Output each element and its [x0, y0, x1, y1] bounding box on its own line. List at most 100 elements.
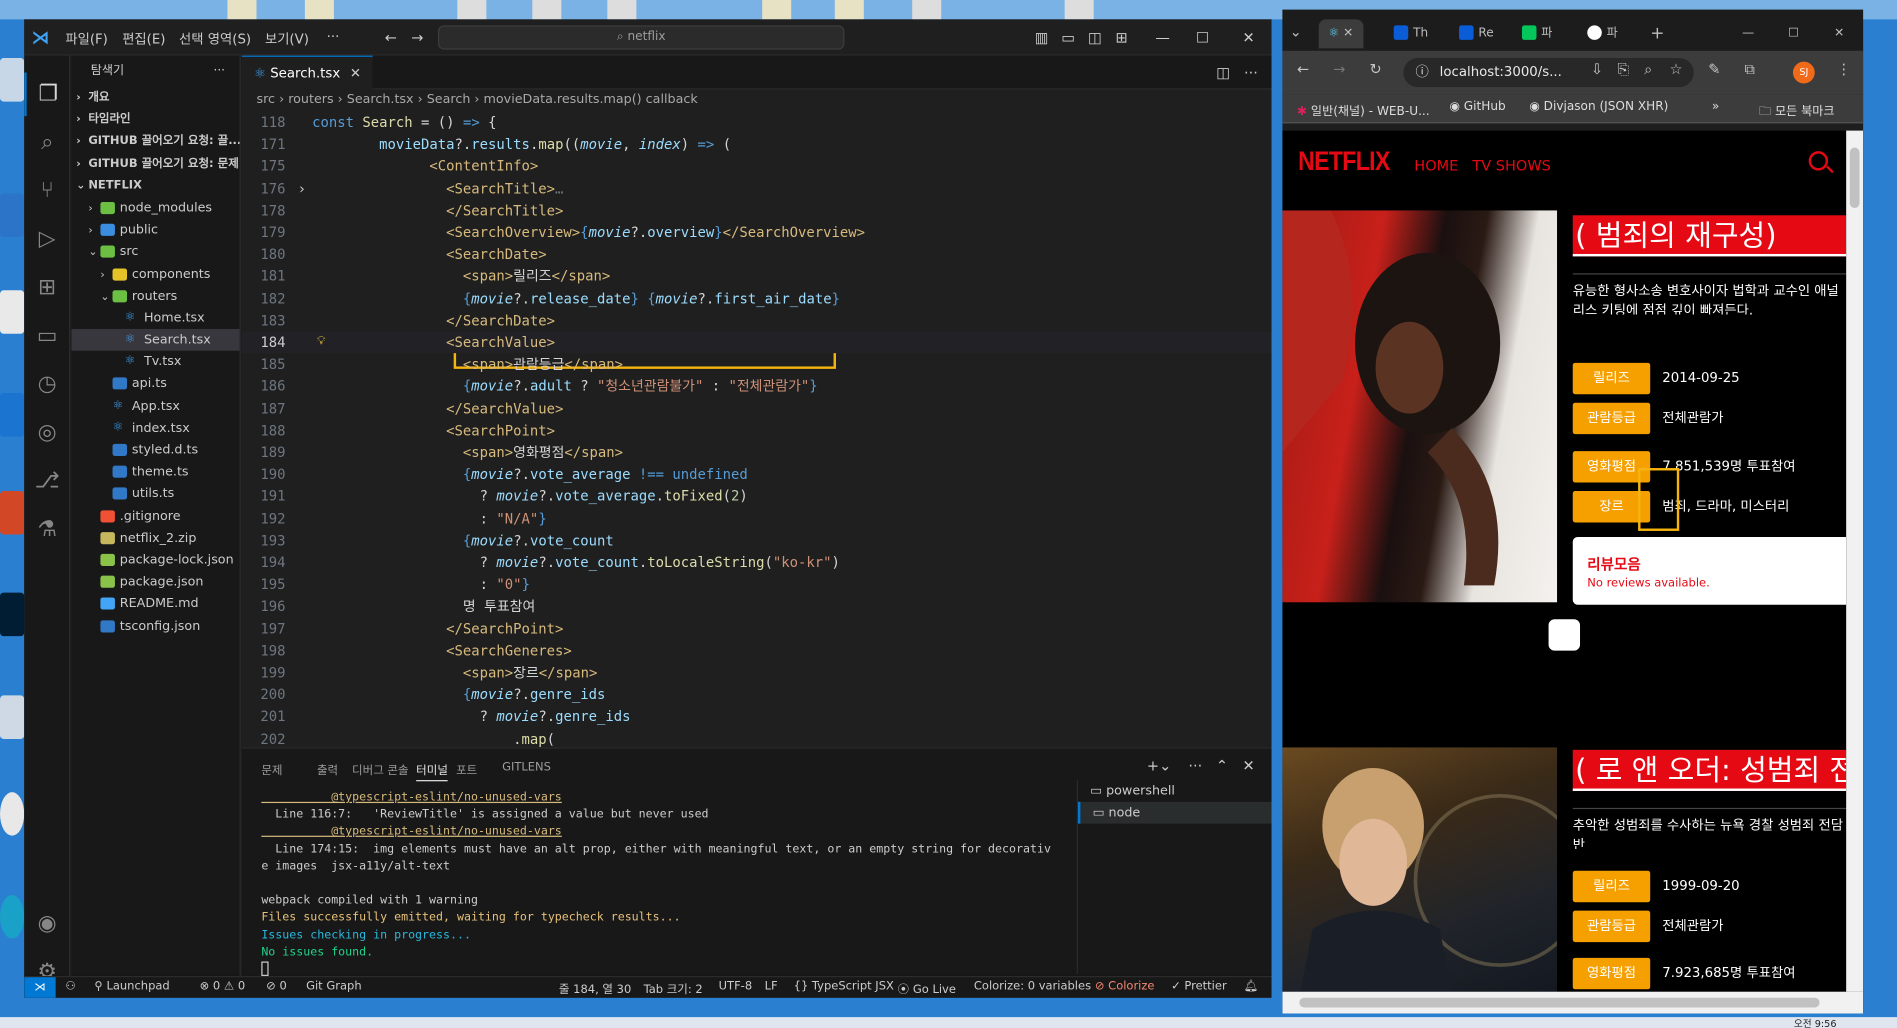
- nav-home[interactable]: HOME: [1414, 157, 1458, 174]
- language-status[interactable]: {} TypeScript JSX: [794, 980, 894, 993]
- file-tree-item[interactable]: package-lock.json: [71, 549, 239, 571]
- scrollbar-thumb[interactable]: [1849, 147, 1860, 209]
- go-live-status[interactable]: ⦿ Go Live: [898, 980, 956, 996]
- movie-poster[interactable]: [1282, 747, 1558, 992]
- close-window-icon[interactable]: ✕: [1834, 19, 1844, 48]
- close-tab-icon[interactable]: ✕: [350, 65, 361, 81]
- git-graph-status[interactable]: Git Graph: [306, 980, 362, 993]
- code-line[interactable]: 196 명 투표참여: [242, 596, 1272, 618]
- code-line[interactable]: 183 </SearchDate>: [242, 309, 1272, 331]
- file-tree-item[interactable]: package.json: [71, 571, 239, 593]
- bookmark-item[interactable]: ◉ Divjason (JSON XHR): [1529, 100, 1668, 113]
- code-line[interactable]: 118 const Search = () => {: [242, 111, 1272, 133]
- movie-poster[interactable]: [1282, 210, 1558, 603]
- code-line[interactable]: 186 {movie?.adult ? "청소년관람불가" : "전체관람가"}: [242, 375, 1272, 397]
- profile-avatar[interactable]: SJ: [1792, 61, 1815, 84]
- scroll-top-button[interactable]: [1548, 619, 1581, 651]
- desktop-icon[interactable]: [0, 193, 25, 238]
- explorer-root-folder[interactable]: ⌄ NETFLIX: [71, 175, 239, 197]
- forward-arrow-icon[interactable]: →: [1333, 60, 1345, 77]
- breadcrumb-item[interactable]: movieData.results.map() callback: [484, 92, 698, 107]
- back-arrow-icon[interactable]: ←: [1297, 60, 1309, 77]
- code-editor[interactable]: 118 const Search = () => {171 movieData?.…: [241, 111, 1272, 747]
- panel-tab[interactable]: 포트: [456, 761, 477, 777]
- code-line[interactable]: 193 {movie?.vote_count: [242, 529, 1272, 551]
- toggle-sidebar-icon[interactable]: ▥: [1032, 28, 1051, 47]
- code-line[interactable]: 184 💡︎ <SearchValue>: [241, 331, 1272, 354]
- file-tree-item[interactable]: › node_modules: [71, 197, 239, 219]
- install-app-icon[interactable]: ⇩: [1591, 60, 1603, 77]
- breadcrumb-item[interactable]: Search: [427, 92, 471, 107]
- chrome-desktop-icon[interactable]: [0, 792, 25, 836]
- colorize-variables-status[interactable]: Colorize: 0 variables: [974, 980, 1091, 993]
- close-panel-icon[interactable]: ✕: [1239, 756, 1258, 775]
- code-line[interactable]: 199 <span>장르</span>: [242, 662, 1272, 684]
- command-center-search[interactable]: ⌕ netflix: [437, 25, 845, 50]
- close-window-icon[interactable]: ✕: [1239, 28, 1258, 47]
- netflix-logo[interactable]: NETFLIX: [1298, 148, 1390, 179]
- prettier-status[interactable]: ✓ Prettier: [1171, 980, 1227, 993]
- chrome-tab[interactable]: 파: [1521, 19, 1552, 48]
- minimize-icon[interactable]: —: [1153, 28, 1172, 47]
- timeline-icon[interactable]: ◷: [24, 363, 70, 407]
- code-line[interactable]: 188 <SearchPoint>: [242, 419, 1272, 441]
- menu-file[interactable]: 파일(F): [65, 29, 108, 48]
- code-line[interactable]: 195 : "0"}: [242, 573, 1272, 595]
- file-tree-item[interactable]: ⌄ routers: [71, 285, 239, 307]
- maximize-panel-icon[interactable]: ⌃: [1212, 756, 1231, 775]
- chrome-tab[interactable]: 파: [1587, 19, 1618, 48]
- file-tree-item[interactable]: ⌄ src: [71, 241, 239, 263]
- desktop-icon[interactable]: [0, 58, 25, 102]
- close-tab-icon[interactable]: ✕: [1343, 27, 1353, 40]
- file-tree-item[interactable]: utils.ts: [71, 483, 239, 505]
- toggle-panel-icon[interactable]: ▭: [1059, 28, 1078, 47]
- code-line[interactable]: 190 {movie?.vote_average !== undefined: [242, 463, 1272, 485]
- accounts-status-icon[interactable]: ⚇: [65, 980, 75, 993]
- menu-selection[interactable]: 선택 영역(S): [179, 29, 251, 48]
- breadcrumb-item[interactable]: routers: [288, 92, 333, 107]
- code-line[interactable]: 191 ? movie?.vote_average.toFixed(2): [242, 485, 1272, 507]
- colorize-status[interactable]: ⊘ Colorize: [1095, 980, 1155, 993]
- tab-search-dropdown-icon[interactable]: ⌄: [1290, 17, 1302, 46]
- code-line[interactable]: 185 <span>관람등급</span>: [242, 353, 1272, 375]
- file-tree-item[interactable]: README.md: [71, 593, 239, 615]
- code-line[interactable]: 171 movieData?.results.map((movie, index…: [242, 133, 1272, 155]
- minimize-icon[interactable]: —: [1742, 19, 1754, 48]
- terminal-output[interactable]: @typescript-eslint/no-unused-vars Line 1…: [261, 790, 1072, 976]
- menu-edit[interactable]: 편집(E): [122, 29, 165, 48]
- photoshop-desktop-icon[interactable]: [0, 592, 25, 637]
- editor-more-icon[interactable]: ···: [1241, 63, 1260, 82]
- file-tree-item[interactable]: tsconfig.json: [71, 615, 239, 637]
- gitlens-icon[interactable]: ◎: [24, 411, 70, 455]
- horizontal-scrollbar[interactable]: [1282, 991, 1864, 1014]
- extensions-icon[interactable]: ⊞: [24, 266, 70, 310]
- explorer-section[interactable]: › 타임라인: [71, 109, 239, 131]
- tab-size-status[interactable]: Tab 크기: 2: [644, 980, 703, 996]
- account-icon[interactable]: ◉: [24, 902, 70, 946]
- launchpad-status[interactable]: ⚲ Launchpad: [94, 980, 169, 993]
- panel-more-icon[interactable]: ···: [1186, 756, 1205, 775]
- terminal-instance[interactable]: ▭ node: [1077, 801, 1272, 824]
- nav-tv-shows[interactable]: TV SHOWS: [1472, 157, 1551, 174]
- fold-chevron-icon[interactable]: ›: [298, 177, 306, 199]
- powerpoint-desktop-icon[interactable]: [0, 491, 25, 535]
- file-tree-item[interactable]: theme.ts: [71, 461, 239, 483]
- breadcrumb-item[interactable]: src: [256, 92, 275, 107]
- bookmark-item[interactable]: ◉ GitHub: [1449, 100, 1505, 113]
- code-line[interactable]: 175 <ContentInfo>: [242, 155, 1272, 177]
- panel-tab[interactable]: 디버그 콘솔: [352, 761, 409, 777]
- customize-layout-icon[interactable]: ⊞: [1112, 28, 1131, 47]
- code-line[interactable]: 194 ? movie?.vote_count.toLocaleString("…: [242, 551, 1272, 573]
- code-line[interactable]: 179 <SearchOverview>{movie?.overview}</S…: [242, 221, 1272, 243]
- code-line[interactable]: 181 <span>릴리즈</span>: [242, 265, 1272, 287]
- code-line[interactable]: 180 <SearchDate>: [242, 243, 1272, 265]
- remote-explorer-icon[interactable]: ▭: [24, 314, 70, 358]
- file-tree-item[interactable]: › public: [71, 219, 239, 241]
- code-line[interactable]: 201 ? movie?.genre_ids: [242, 706, 1272, 728]
- new-terminal-icon[interactable]: +⌄: [1147, 756, 1171, 775]
- chrome-tab-active[interactable]: ⚛ ✕: [1318, 19, 1363, 49]
- code-line[interactable]: 176 <SearchTitle>… ›: [242, 177, 1272, 199]
- new-tab-icon[interactable]: +: [1650, 19, 1664, 48]
- site-info-icon[interactable]: ⓘ: [1415, 58, 1428, 87]
- remote-indicator-icon[interactable]: ⋊: [24, 977, 56, 998]
